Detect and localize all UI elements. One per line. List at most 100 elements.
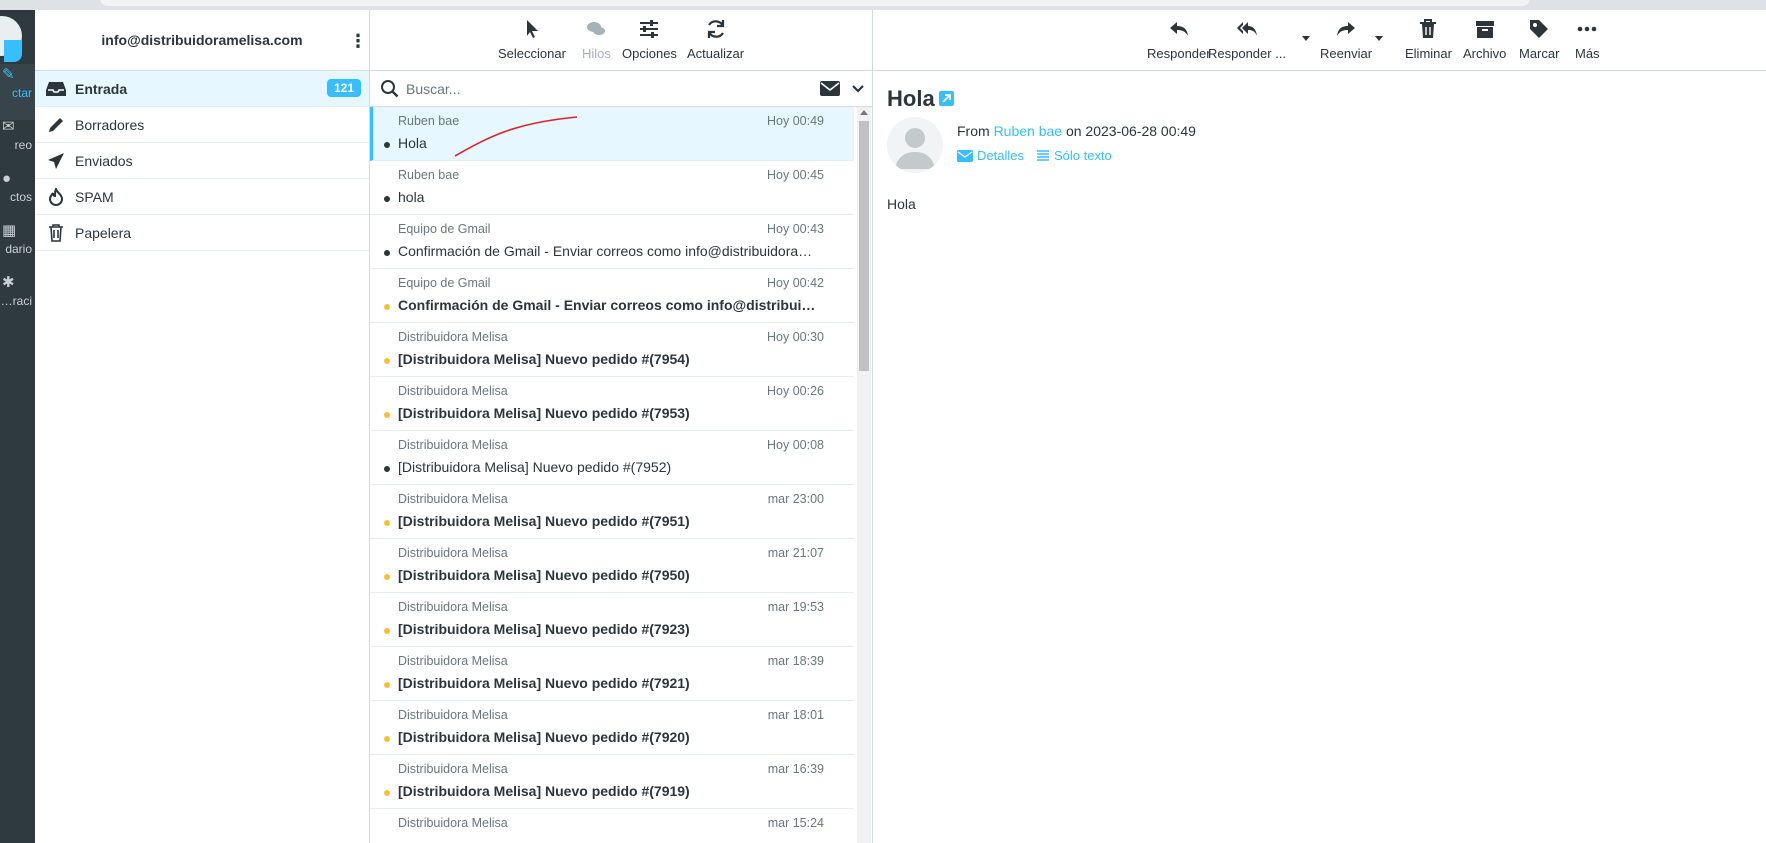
- reply-all-button[interactable]: Responder ...: [1208, 18, 1286, 61]
- message-date: Hoy 00:08: [767, 438, 824, 452]
- refresh-button[interactable]: Actualizar: [687, 18, 744, 61]
- folder-label: Entrada: [75, 80, 128, 97]
- message-sender: Distribuidora Melisa: [398, 762, 508, 776]
- chevron-down-icon[interactable]: [852, 81, 864, 97]
- reply-button[interactable]: Responder: [1147, 18, 1211, 61]
- reader-toolbar: Responder Responder ... Reenviar Elimina…: [873, 10, 1766, 71]
- list-item[interactable]: Ruben bae Hoy 00:45 hola: [370, 161, 854, 215]
- list-item[interactable]: Distribuidora Melisa Hoy 00:08 [Distribuid…: [370, 431, 854, 485]
- rail-item-label: reo: [14, 138, 32, 152]
- sender-link[interactable]: Ruben bae: [994, 123, 1063, 139]
- threads-button[interactable]: Hilos: [582, 18, 611, 61]
- message-date: mar 21:07: [767, 546, 824, 560]
- more-dots-icon: [1575, 18, 1600, 42]
- refresh-icon: [687, 18, 744, 42]
- rail-item-contacts[interactable]: ● ctos: [0, 168, 35, 224]
- unread-dot-icon: [384, 628, 390, 634]
- paper-plane-icon: [45, 150, 67, 172]
- select-button-label: Seleccionar: [498, 46, 566, 61]
- search-input[interactable]: [406, 77, 786, 101]
- folder-pane-header: info@distribuidoramelisa.com ⋮: [35, 10, 369, 71]
- unread-dot-icon: [384, 412, 390, 418]
- unread-dot-icon: [384, 358, 390, 364]
- pencil-icon: [45, 114, 67, 136]
- options-button[interactable]: Opciones: [622, 18, 677, 61]
- archive-icon: [1463, 18, 1506, 42]
- folder-item-trash[interactable]: Papelera: [35, 215, 369, 251]
- list-item[interactable]: Equipo de Gmail Hoy 00:43 Confirmación de …: [370, 215, 854, 269]
- message-sender: Ruben bae: [398, 168, 460, 182]
- scrollbar-thumb[interactable]: [859, 121, 869, 371]
- forward-button[interactable]: Reenviar: [1320, 18, 1372, 61]
- list-item[interactable]: Distribuidora Melisa Hoy 00:26 [Distribuid…: [370, 377, 854, 431]
- browser-address-bar[interactable]: [100, 0, 1530, 6]
- folder-item-sent[interactable]: Enviados: [35, 143, 369, 179]
- message-subject: [Distribuidora Melisa] Nuevo pedido #(79…: [398, 621, 690, 637]
- options-button-label: Opciones: [622, 46, 677, 61]
- rail-item-compose[interactable]: ✎ ctar: [0, 64, 35, 120]
- unread-dot-icon: [384, 574, 390, 580]
- select-button[interactable]: Seleccionar: [498, 18, 566, 61]
- message-sender: Ruben bae: [398, 114, 460, 128]
- threads-button-label: Hilos: [582, 46, 611, 61]
- message-list: Ruben bae Hoy 00:49 Hola Ruben bae Hoy 00:45…: [370, 107, 854, 843]
- envelope-filter-icon[interactable]: [820, 81, 840, 99]
- list-item[interactable]: Distribuidora Melisa mar 19:53 [Distribuid…: [370, 593, 854, 647]
- list-item[interactable]: Equipo de Gmail Hoy 00:42 Confirmación de …: [370, 269, 854, 323]
- list-item[interactable]: Distribuidora Melisa mar 18:01 [Distribuid…: [370, 701, 854, 755]
- message-subject: Confirmación de Gmail - Enviar correos c…: [398, 243, 818, 259]
- sliders-icon: [622, 18, 677, 42]
- scroll-up-arrow-icon[interactable]: [860, 110, 868, 115]
- list-item[interactable]: Distribuidora Melisa Hoy 00:30 [Distribuid…: [370, 323, 854, 377]
- list-item[interactable]: Distribuidora Melisa mar 18:39 [Distribuid…: [370, 647, 854, 701]
- trash-icon: [45, 222, 67, 244]
- message-sender: Distribuidora Melisa: [398, 708, 508, 722]
- kebab-menu-icon[interactable]: ⋮: [349, 28, 367, 54]
- unread-dot-icon: [384, 790, 390, 796]
- more-button[interactable]: Más: [1575, 18, 1600, 61]
- list-item[interactable]: Distribuidora Melisa mar 15:24: [370, 809, 854, 843]
- header-links: Detalles Sólo texto: [957, 148, 1112, 163]
- archive-button[interactable]: Archivo: [1463, 18, 1506, 61]
- message-sender: Distribuidora Melisa: [398, 654, 508, 668]
- open-external-icon[interactable]: [939, 91, 954, 106]
- list-item[interactable]: Distribuidora Melisa mar 23:00 [Distribuid…: [370, 485, 854, 539]
- list-toolbar: Seleccionar Hilos Opciones Actualizar: [370, 10, 872, 71]
- read-dot-icon: [384, 250, 390, 256]
- list-item[interactable]: Ruben bae Hoy 00:49 Hola: [370, 107, 854, 161]
- rail-item-label: ctos: [9, 190, 32, 204]
- rail-item-mail[interactable]: ✉ reo: [0, 116, 35, 172]
- details-link[interactable]: Detalles: [957, 148, 1024, 163]
- mark-button[interactable]: Marcar: [1519, 18, 1559, 61]
- reply-all-dropdown-icon[interactable]: [1302, 36, 1310, 41]
- trash-icon: [1405, 18, 1452, 42]
- envelope-icon: ✉: [2, 118, 15, 135]
- unread-dot-icon: [384, 682, 390, 688]
- rail-item-settings[interactable]: ✱ raci…: [0, 272, 35, 328]
- message-sender: Equipo de Gmail: [398, 222, 491, 236]
- message-subject: Hola: [398, 135, 427, 151]
- cursor-icon: [498, 18, 566, 42]
- message-list-scrollbar[interactable]: [857, 107, 871, 843]
- message-body: Hola: [887, 196, 916, 212]
- list-item[interactable]: Distribuidora Melisa mar 16:39 [Distribuid…: [370, 755, 854, 809]
- pencil-icon: ✎: [2, 66, 15, 83]
- folder-item-inbox[interactable]: Entrada 121: [35, 71, 369, 107]
- folder-item-spam[interactable]: SPAM: [35, 179, 369, 215]
- reply-button-label: Responder: [1147, 46, 1211, 61]
- message-date: Hoy 00:45: [767, 168, 824, 182]
- delete-button[interactable]: Eliminar: [1405, 18, 1452, 61]
- list-item[interactable]: Distribuidora Melisa mar 21:07 [Distribuid…: [370, 539, 854, 593]
- plain-text-link[interactable]: Sólo texto: [1036, 148, 1112, 163]
- inbox-icon: [45, 78, 67, 100]
- rail-item-calendar[interactable]: ▦ dario: [0, 220, 35, 276]
- message-date: mar 18:39: [767, 654, 824, 668]
- message-date: Hoy 00:43: [767, 222, 824, 236]
- search-icon: [380, 79, 400, 102]
- message-subject: [Distribuidora Melisa] Nuevo pedido #(79…: [398, 675, 690, 691]
- folder-item-drafts[interactable]: Borradores: [35, 107, 369, 143]
- forward-dropdown-icon[interactable]: [1375, 36, 1383, 41]
- gear-icon: ✱: [2, 274, 15, 291]
- tag-icon: [1519, 18, 1559, 42]
- app-rail: ✎ ctar ✉ reo ● ctos ▦ dario ✱ raci…: [0, 10, 35, 843]
